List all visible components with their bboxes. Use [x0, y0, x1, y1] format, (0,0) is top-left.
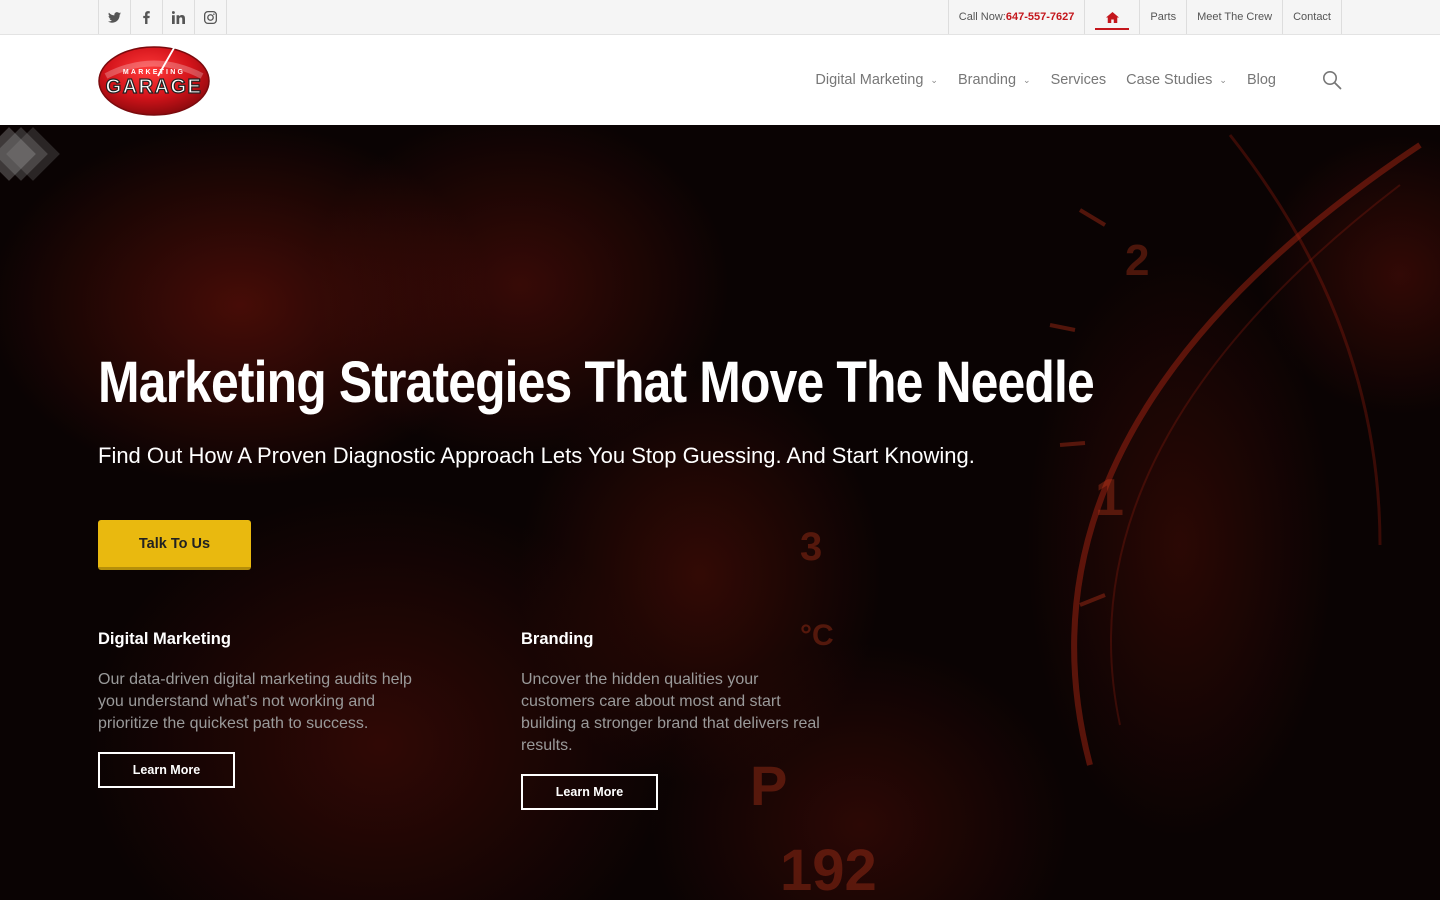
nav-blog[interactable]: Blog: [1247, 72, 1276, 88]
site-logo[interactable]: MARKETING GARAGE: [98, 46, 210, 116]
feature-heading: Digital Marketing: [98, 630, 231, 648]
search-icon[interactable]: [1322, 70, 1342, 90]
nav-services[interactable]: Services: [1051, 72, 1107, 88]
facebook-icon[interactable]: [131, 0, 163, 34]
feature-text: Uncover the hidden qualities your custom…: [521, 671, 820, 754]
nav-label: Digital Marketing: [815, 72, 924, 88]
learn-more-button[interactable]: Learn More: [521, 774, 658, 810]
talk-to-us-button[interactable]: Talk To Us: [98, 520, 251, 570]
utility-bar: Call Now: 647-557-7627 Parts Meet The Cre…: [0, 0, 1440, 35]
hero-subtitle: Find Out How A Proven Diagnostic Approac…: [98, 443, 975, 468]
call-now-label: Call Now:: [958, 11, 1006, 23]
twitter-icon[interactable]: [99, 0, 131, 34]
call-now: Call Now: 647-557-7627: [947, 0, 1085, 34]
phone-number[interactable]: 647-557-7627: [1006, 11, 1075, 23]
home-link[interactable]: [1084, 0, 1139, 34]
nav-branding[interactable]: Branding ⌄: [958, 72, 1031, 88]
hero-title: Marketing Strategies That Move The Needl…: [98, 350, 1095, 415]
home-icon: [1105, 11, 1119, 23]
nav-label: Case Studies: [1126, 72, 1213, 88]
hero-section: 2 1 3 P 192 °C Marketing Strategies That…: [0, 125, 1440, 900]
linkedin-icon[interactable]: [163, 0, 195, 34]
nav-label: Blog: [1246, 72, 1276, 88]
nav-digital-marketing[interactable]: Digital Marketing ⌄: [815, 72, 938, 88]
nav-label: Branding: [957, 72, 1017, 88]
chevron-down-icon: ⌄: [1219, 74, 1227, 85]
decorative-diamonds: [0, 127, 60, 181]
learn-more-button[interactable]: Learn More: [98, 752, 235, 788]
svg-text:1: 1: [1095, 469, 1124, 527]
social-links: [98, 0, 227, 34]
utility-nav: Call Now: 647-557-7627 Parts Meet The Cre…: [947, 0, 1342, 34]
util-link-meet-the-crew[interactable]: Meet The Crew: [1186, 0, 1282, 34]
chevron-down-icon: ⌄: [1023, 74, 1031, 85]
util-link-contact[interactable]: Contact: [1282, 0, 1342, 34]
main-nav: Digital Marketing ⌄ Branding ⌄ Services Ca…: [795, 35, 1342, 125]
util-link-parts[interactable]: Parts: [1139, 0, 1186, 34]
site-header: MARKETING GARAGE Digital Marketing ⌄ Bran…: [0, 35, 1440, 125]
instagram-icon[interactable]: [195, 0, 227, 34]
svg-text:192: 192: [780, 838, 877, 900]
logo-line2: GARAGE: [106, 76, 203, 98]
feature-branding: Branding Uncover the hidden qualities yo…: [521, 630, 821, 810]
logo-line1: MARKETING: [123, 69, 185, 76]
feature-heading: Branding: [521, 630, 594, 648]
chevron-down-icon: ⌄: [930, 74, 938, 85]
svg-text:2: 2: [1125, 236, 1149, 285]
svg-text:3: 3: [800, 525, 822, 569]
feature-text: Our data-driven digital marketing audits…: [98, 671, 412, 732]
feature-digital-marketing: Digital Marketing Our data-driven digita…: [98, 630, 428, 788]
nav-label: Services: [1050, 72, 1107, 88]
nav-case-studies[interactable]: Case Studies ⌄: [1126, 72, 1227, 88]
